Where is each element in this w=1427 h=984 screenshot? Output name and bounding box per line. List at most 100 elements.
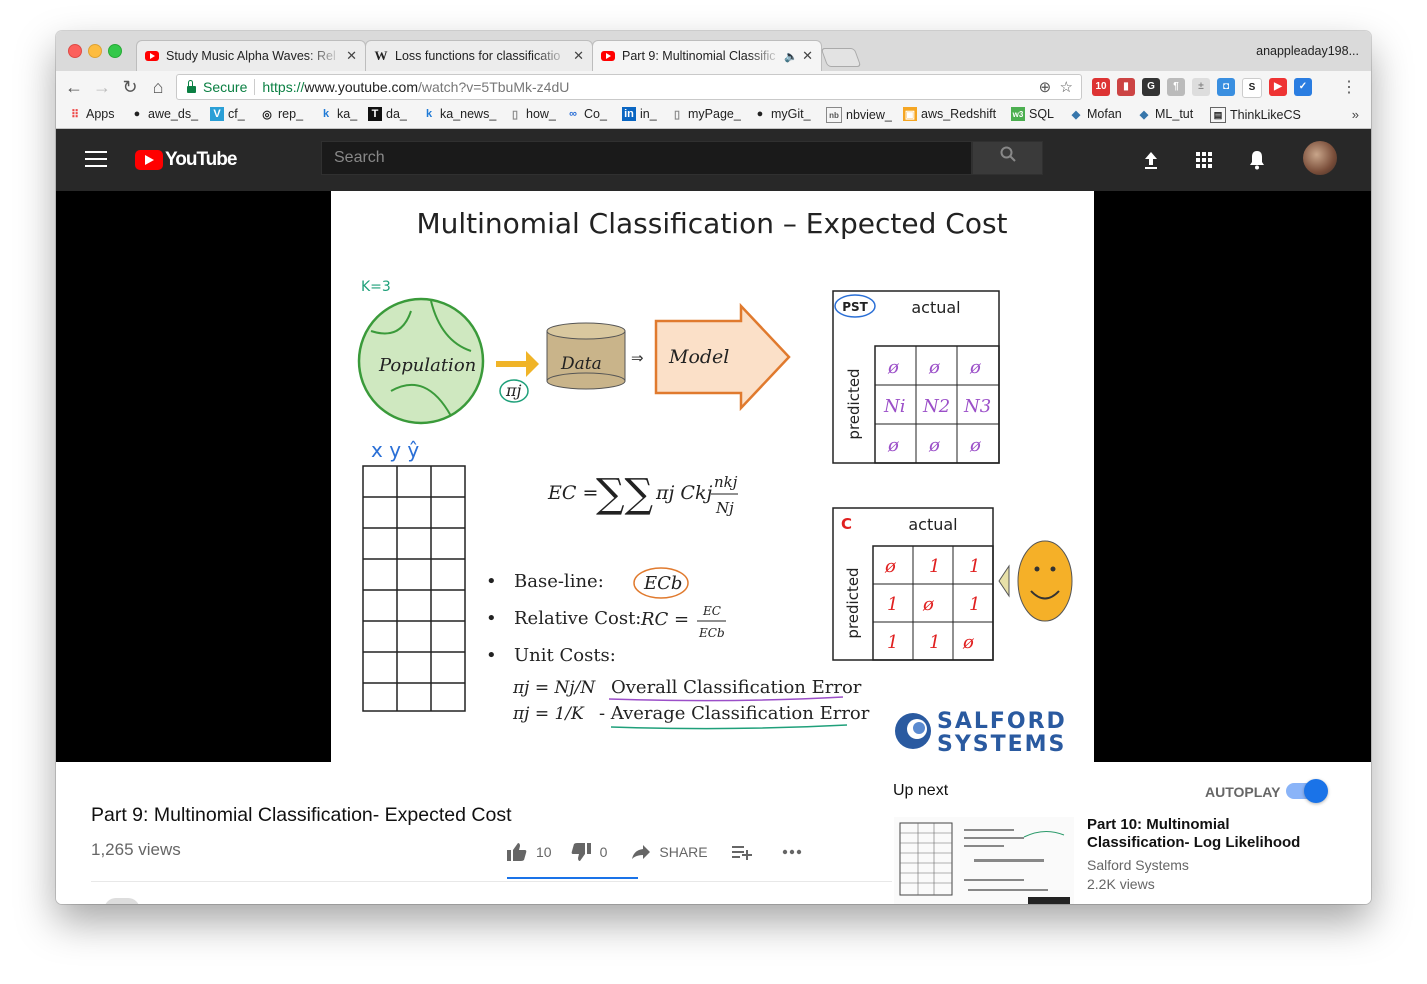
bookmark-item[interactable]: in in_: [622, 107, 657, 121]
svg-text:•: •: [486, 571, 497, 592]
bookmark-item[interactable]: Vcf_: [210, 107, 245, 121]
next-video-thumbnail[interactable]: [894, 817, 1074, 904]
bookmarks-overflow-icon[interactable]: »: [1352, 107, 1359, 122]
save-to-playlist-button[interactable]: [731, 844, 760, 860]
extension-icon[interactable]: ◘: [1217, 78, 1235, 96]
page-icon: ▤: [1210, 107, 1226, 123]
tab-study-music[interactable]: Study Music Alpha Waves: Rel ✕: [136, 40, 366, 71]
minimize-window-button[interactable]: [88, 44, 102, 58]
forward-icon[interactable]: →: [91, 77, 113, 97]
autoplay-toggle[interactable]: [1286, 779, 1328, 803]
address-bar[interactable]: Secure https://www.youtube.com/watch?v=5…: [176, 74, 1082, 100]
extension-icon[interactable]: ✓: [1294, 78, 1312, 96]
close-window-button[interactable]: [68, 44, 82, 58]
data-cylinder: Data: [546, 322, 626, 390]
search-input[interactable]: Search: [321, 141, 972, 175]
bookmark-star-icon[interactable]: ☆: [1060, 79, 1073, 96]
bookmark-item[interactable]: nb nbview_: [826, 107, 892, 123]
close-icon[interactable]: ✕: [802, 48, 813, 64]
bookmark-item[interactable]: ● myGit_: [753, 107, 811, 121]
svg-text:SYSTEMS: SYSTEMS: [937, 732, 1066, 757]
extension-icon[interactable]: ▮: [1117, 78, 1135, 96]
next-video-title[interactable]: Part 10: Multinomial Classification- Log…: [1087, 816, 1317, 852]
svg-text:πj = Nj/N: πj = Nj/N: [512, 678, 596, 698]
extension-icon[interactable]: ▶: [1269, 78, 1287, 96]
bookmarks-bar: ⠿ Apps ● awe_ds_ Vcf_ ◎ rep_ k ka_ Tda_ k ka_…: [56, 104, 1371, 129]
bookmark-label: Mofan: [1087, 107, 1122, 121]
bookmark-item[interactable]: ◆ Mofan: [1069, 107, 1122, 121]
profile-name[interactable]: anappleaday198...: [1256, 44, 1359, 58]
close-icon[interactable]: ✕: [346, 48, 357, 64]
extension-icon[interactable]: G: [1142, 78, 1160, 96]
svg-text:Ni: Ni: [883, 396, 906, 417]
new-tab-button[interactable]: [820, 48, 862, 67]
extension-icon[interactable]: ±: [1192, 78, 1210, 96]
menu-icon[interactable]: ⋮: [1341, 77, 1357, 97]
bookmark-item[interactable]: ∞ Co_: [566, 107, 607, 121]
avatar[interactable]: [1303, 141, 1337, 175]
speaker-icon[interactable]: 🔈: [784, 50, 798, 63]
extension-icon[interactable]: 10: [1092, 78, 1110, 96]
like-ratio-bar: [507, 877, 638, 879]
thumbs-up-icon: [507, 843, 527, 861]
secure-label: Secure: [203, 79, 248, 95]
more-actions-button[interactable]: [782, 849, 810, 855]
formula-lhs: EC =: [547, 482, 598, 504]
w3-icon: w3: [1011, 107, 1025, 121]
extension-icon[interactable]: ¶: [1167, 78, 1185, 96]
video-player[interactable]: Multinomial Classification – Expected Co…: [56, 191, 1371, 762]
more-dots-icon: [782, 849, 801, 855]
tab-strip: Study Music Alpha Waves: Rel ✕ W Loss fu…: [56, 31, 1371, 71]
share-button[interactable]: SHARE: [631, 844, 708, 860]
bookmark-item[interactable]: Tda_: [368, 107, 407, 121]
bookmark-item[interactable]: k ka_news_: [422, 107, 496, 121]
bookmark-label: aws_Redshift: [921, 107, 997, 121]
youtube-logo[interactable]: YouTube: [135, 149, 237, 171]
svg-text:Population: Population: [378, 355, 476, 376]
extension-icon[interactable]: S: [1242, 78, 1262, 98]
dislike-button[interactable]: 0: [570, 842, 608, 862]
svg-text:πj = 1/K: πj = 1/K: [512, 704, 585, 724]
zoom-window-button[interactable]: [108, 44, 122, 58]
extensions: 10 ▮ G ¶ ± ◘ S ▶ ✓: [1092, 78, 1312, 98]
average-error-label: - Average Classification Error: [599, 703, 870, 724]
channel-avatar[interactable]: [104, 898, 140, 904]
home-icon[interactable]: ⌂: [147, 77, 169, 97]
salford-systems-logo: SALFORD SYSTEMS: [895, 709, 1066, 757]
search-button[interactable]: [972, 141, 1043, 175]
upload-icon[interactable]: [1139, 148, 1163, 172]
bookmark-item[interactable]: ◎ rep_: [260, 107, 303, 121]
smiley-face-icon: [998, 540, 1073, 622]
share-label: SHARE: [659, 844, 708, 860]
k-icon: k: [322, 108, 330, 120]
bookmark-item[interactable]: ▤ ThinkLikeCS: [1210, 107, 1301, 123]
close-icon[interactable]: ✕: [573, 48, 584, 64]
tab-loss-functions[interactable]: W Loss functions for classificatio ✕: [365, 40, 593, 71]
bookmark-item[interactable]: w3 SQL: [1011, 107, 1054, 121]
bookmark-item[interactable]: ▯ how_: [508, 107, 556, 121]
bookmark-item[interactable]: ▯ myPage_: [670, 107, 741, 121]
dislike-count: 0: [599, 844, 608, 860]
hamburger-menu-icon[interactable]: [85, 151, 107, 167]
bookmark-apps[interactable]: ⠿ Apps: [68, 107, 115, 121]
reload-icon[interactable]: ↻: [119, 77, 141, 97]
browser-toolbar: ← → ↻ ⌂ Secure https://www.youtube.com/w…: [56, 71, 1371, 104]
bookmark-item[interactable]: ◆ ML_tut: [1137, 107, 1193, 121]
back-icon[interactable]: ←: [63, 77, 85, 97]
apps-grid-icon: ⠿: [70, 108, 80, 121]
svg-text:ø: ø: [887, 357, 900, 378]
lock-icon: [187, 79, 196, 93]
next-video-channel[interactable]: Salford Systems: [1087, 857, 1189, 873]
notification-bell-icon[interactable]: [1245, 148, 1269, 172]
tab-part9[interactable]: Part 9: Multinomial Classific 🔈 ✕: [592, 40, 822, 71]
circle-icon: ◎: [262, 108, 272, 121]
bookmark-item[interactable]: ● awe_ds_: [130, 107, 198, 121]
bookmark-item[interactable]: k ka_: [319, 107, 357, 121]
like-button[interactable]: 10: [506, 842, 552, 862]
apps-grid-icon[interactable]: [1192, 148, 1216, 172]
bookmark-item[interactable]: ▣ aws_Redshift: [903, 107, 996, 121]
zoom-icon[interactable]: ⊕: [1039, 79, 1052, 96]
url-host: www.youtube.com: [304, 79, 418, 95]
autoplay-label: AUTOPLAY: [1205, 784, 1281, 800]
pst-table: PST actual predicted ø ø ø Ni N2 N3 ø ø ø: [832, 290, 1000, 464]
